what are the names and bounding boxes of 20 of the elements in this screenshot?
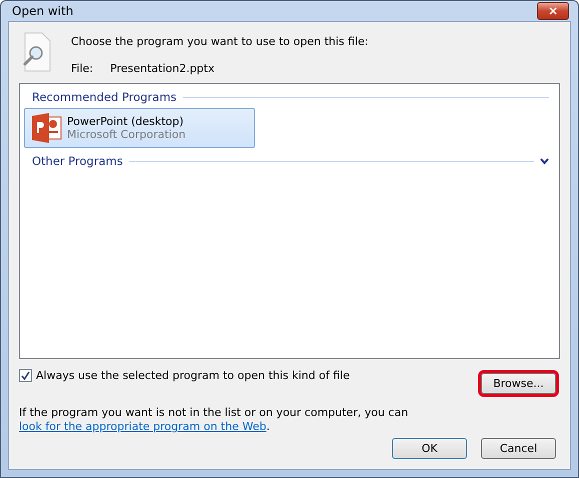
presentation-app-icon (31, 112, 63, 144)
window-title: Open with (11, 4, 74, 18)
hint-text: If the program you want is not in the list or on your computer, you can look for the appropriate program on the Web. (19, 406, 410, 434)
program-item[interactable]: PowerPoint (desktop) Microsoft Corporation (24, 108, 255, 148)
checkbox-label: Always use the selected program to open this kind of file (36, 369, 350, 382)
chevron-icon[interactable] (540, 158, 549, 164)
ok-button[interactable]: OK (392, 438, 467, 459)
file-label: File: (71, 62, 94, 75)
group-header[interactable]: Recommended Programs (32, 90, 177, 104)
prompt-text: Choose the program you want to use to open this file: (71, 35, 368, 48)
file-name: Presentation2.pptx (110, 62, 214, 75)
web-link[interactable]: look for the appropriate program on the Web (19, 420, 266, 433)
checkbox[interactable] (19, 369, 32, 382)
cancel-button[interactable]: Cancel (481, 438, 556, 459)
document-magnifier-icon (21, 32, 53, 72)
group-header[interactable]: Other Programs (32, 154, 123, 168)
program-publisher: Microsoft Corporation (67, 128, 186, 141)
close-button[interactable]: ✕ (537, 2, 569, 20)
browse-button[interactable]: Browse... (481, 373, 556, 394)
program-name: PowerPoint (desktop) (67, 115, 185, 128)
